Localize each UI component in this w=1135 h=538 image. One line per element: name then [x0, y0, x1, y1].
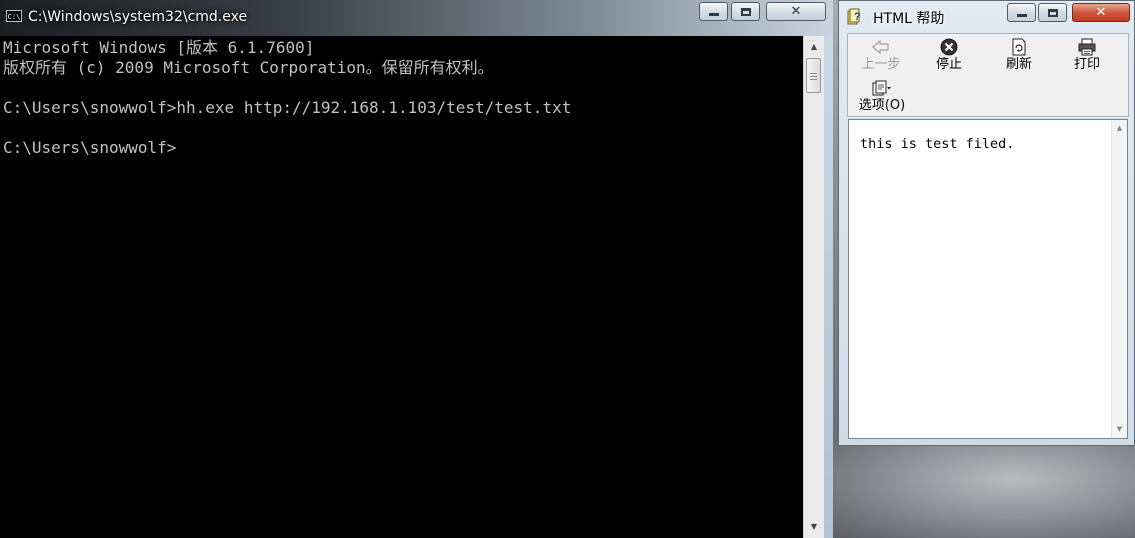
scroll-up-arrow-icon[interactable]: ▲: [1112, 121, 1127, 135]
printer-icon: [1078, 38, 1096, 56]
help-vertical-scrollbar[interactable]: ▲ ▼: [1111, 120, 1127, 438]
desktop-wallpaper-region: [830, 440, 1135, 538]
stop-label: 停止: [935, 57, 962, 72]
thumb-grip: [810, 76, 817, 77]
cmd-window[interactable]: C:\ C:\Windows\system32\cmd.exe ✕ Micros…: [0, 0, 833, 538]
close-icon: ✕: [790, 4, 802, 19]
stop-icon: [940, 38, 958, 56]
svg-text:?: ?: [854, 11, 861, 23]
back-button[interactable]: 上一步: [856, 36, 906, 76]
cmd-minimize-button[interactable]: [699, 2, 728, 21]
help-content-pane[interactable]: this is test filed. ▲ ▼: [848, 119, 1128, 439]
back-label: 上一步: [861, 57, 901, 72]
maximize-icon: [1047, 8, 1058, 17]
print-button[interactable]: 打印: [1062, 36, 1112, 76]
help-minimize-button[interactable]: [1007, 3, 1036, 22]
scroll-down-arrow-icon[interactable]: ▼: [804, 518, 824, 535]
html-help-window[interactable]: ? HTML 帮助 ✕ 上一步 停止 刷新 打印 选项(O) this is t…: [838, 0, 1135, 446]
console-line: 版权所有 (c) 2009 Microsoft Corporation。保留所有…: [3, 58, 494, 77]
help-close-button[interactable]: ✕: [1072, 3, 1130, 22]
close-icon: ✕: [1095, 5, 1107, 20]
print-label: 打印: [1073, 57, 1100, 72]
console-prompt-line[interactable]: C:\Users\snowwolf>: [3, 138, 176, 158]
back-arrow-icon: [872, 39, 889, 55]
cmd-maximize-button[interactable]: [731, 2, 760, 21]
help-toolbar: 上一步 停止 刷新 打印 选项(O): [847, 33, 1129, 117]
help-icon[interactable]: ?: [847, 7, 865, 25]
help-titlebar[interactable]: ? HTML 帮助 ✕: [839, 1, 1134, 31]
thumb-grip: [810, 73, 817, 74]
cmd-titlebar[interactable]: C:\ C:\Windows\system32\cmd.exe ✕: [0, 0, 833, 36]
console-line: C:\Users\snowwolf>hh.exe http://192.168.…: [3, 98, 572, 117]
refresh-button[interactable]: 刷新: [994, 36, 1044, 76]
help-window-title: HTML 帮助: [873, 11, 945, 27]
cmd-window-title: C:\Windows\system32\cmd.exe: [28, 9, 248, 25]
console-output[interactable]: Microsoft Windows [版本 6.1.7600] 版权所有 (c)…: [0, 36, 803, 538]
minimize-icon: [1016, 14, 1027, 17]
minimize-icon: [708, 13, 719, 16]
help-maximize-button[interactable]: [1038, 3, 1067, 22]
options-button[interactable]: 选项(O): [852, 78, 912, 116]
help-content-text: this is test filed.: [860, 136, 1015, 152]
scroll-down-arrow-icon[interactable]: ▼: [1112, 422, 1127, 436]
console-icon[interactable]: C:\: [6, 10, 22, 22]
options-icon: [872, 80, 891, 96]
scroll-up-arrow-icon[interactable]: ▲: [804, 38, 824, 55]
console-line: Microsoft Windows [版本 6.1.7600]: [3, 38, 315, 57]
cmd-close-button[interactable]: ✕: [766, 2, 826, 21]
cmd-window-frame: [824, 36, 833, 538]
scrollbar-thumb[interactable]: [806, 58, 821, 93]
thumb-grip: [810, 79, 817, 80]
refresh-label: 刷新: [1005, 57, 1032, 72]
options-label: 选项(O): [858, 98, 906, 113]
refresh-icon: [1012, 38, 1026, 56]
maximize-icon: [740, 7, 751, 16]
stop-button[interactable]: 停止: [924, 36, 974, 76]
cmd-vertical-scrollbar[interactable]: ▲ ▼: [803, 36, 824, 538]
